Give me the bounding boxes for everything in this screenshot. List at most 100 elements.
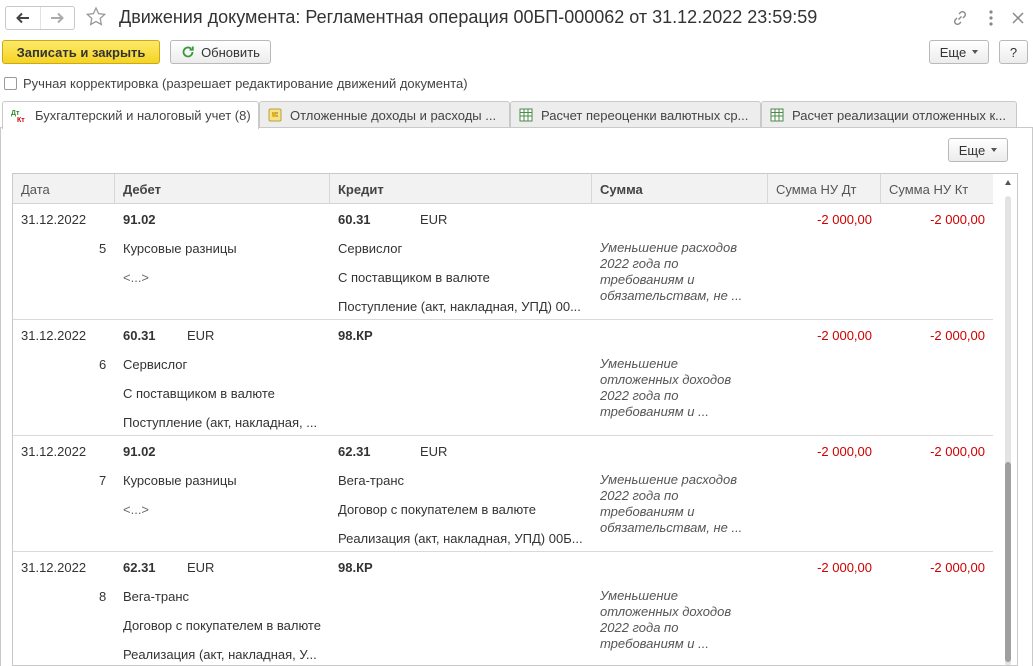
table-row[interactable]: 31.12.2022 5 91.02 Курсовые разницы <...… xyxy=(13,204,993,320)
debit-subconto-1: Курсовые разницы xyxy=(123,241,237,256)
row-number: 7 xyxy=(99,473,107,488)
help-button[interactable]: ? xyxy=(999,40,1028,64)
debit-account: 91.02 xyxy=(123,212,156,227)
debit-subconto-1: Вега-транс xyxy=(123,589,190,604)
debit-subconto-2: С поставщиком в валюте xyxy=(123,386,275,401)
table-row[interactable]: 31.12.2022 8 62.31 EUR Вега-транс Догово… xyxy=(13,552,993,665)
column-header-credit[interactable]: Кредит xyxy=(330,174,592,204)
row-date: 31.12.2022 xyxy=(21,560,87,575)
credit-currency: EUR xyxy=(420,444,448,459)
column-header-nu-kt[interactable]: Сумма НУ Кт xyxy=(881,174,993,204)
credit-subconto-1: Сервислог xyxy=(338,241,403,256)
refresh-icon xyxy=(182,46,194,58)
close-icon[interactable] xyxy=(1007,7,1029,29)
debit-subconto-2: <...> xyxy=(123,270,150,285)
table-row[interactable]: 31.12.2022 6 60.31 EUR Сервислог С поста… xyxy=(13,320,993,436)
tab-deferred-realization[interactable]: Расчет реализации отложенных к... xyxy=(761,101,1017,128)
amount-note: Уменьшение расходов 2022 года по требова… xyxy=(600,472,743,535)
credit-account: 98.КР xyxy=(338,560,373,575)
credit-account: 98.КР xyxy=(338,328,373,343)
debit-subconto-3: Реализация (акт, накладная, У... xyxy=(123,647,317,662)
more-label: Еще xyxy=(939,44,967,60)
scrollbar-thumb[interactable] xyxy=(1005,462,1011,662)
sum-nu-kt: -2 000,00 xyxy=(930,328,985,343)
title-bar: Движения документа: Регламентная операци… xyxy=(0,0,1033,36)
svg-text:Дт: Дт xyxy=(11,110,20,117)
help-label: ? xyxy=(1009,44,1018,60)
row-number: 5 xyxy=(99,241,107,256)
credit-account: 62.31 xyxy=(338,444,371,459)
table-row[interactable]: 31.12.2022 7 91.02 Курсовые разницы <...… xyxy=(13,436,993,552)
column-header-date[interactable]: Дата xyxy=(13,174,115,204)
credit-account: 60.31 xyxy=(338,212,371,227)
movements-table[interactable]: Дата Дебет Кредит Сумма Сумма НУ Дт Сумм… xyxy=(12,173,1018,666)
tab-accounting[interactable]: Дт Кт Бухгалтерский и налоговый учет (8) xyxy=(2,101,259,129)
save-and-close-label: Записать и закрыть xyxy=(16,44,146,60)
tab-deferred-income[interactable]: Отложенные доходы и расходы ... xyxy=(259,101,510,128)
sum-nu-kt: -2 000,00 xyxy=(930,212,985,227)
debit-subconto-1: Сервислог xyxy=(123,357,188,372)
debit-subconto-1: Курсовые разницы xyxy=(123,473,237,488)
credit-subconto-1: Вега-транс xyxy=(338,473,405,488)
dt-kt-icon: Дт Кт xyxy=(11,110,25,123)
link-icon[interactable] xyxy=(949,7,971,29)
column-header-amount[interactable]: Сумма xyxy=(592,174,768,204)
sum-nu-dt: -2 000,00 xyxy=(817,560,872,575)
debit-account: 60.31 xyxy=(123,328,156,343)
grid-more-button[interactable]: Еще xyxy=(948,138,1008,162)
tab-currency-revaluation-label: Расчет переоценки валютных ср... xyxy=(541,107,749,123)
tab-deferred-realization-label: Расчет реализации отложенных к... xyxy=(792,107,1006,123)
chevron-down-icon xyxy=(972,50,979,54)
debit-account: 62.31 xyxy=(123,560,156,575)
row-number: 8 xyxy=(99,589,107,604)
credit-subconto-2: Договор с покупателем в валюте xyxy=(338,502,536,517)
table-icon xyxy=(519,108,533,122)
tab-bar: Дт Кт Бухгалтерский и налоговый учет (8)… xyxy=(0,101,1033,129)
sum-nu-dt: -2 000,00 xyxy=(817,328,872,343)
debit-currency: EUR xyxy=(187,560,215,575)
tab-deferred-income-label: Отложенные доходы и расходы ... xyxy=(290,107,497,123)
manual-correction-label: Ручная корректировка (разрешает редактир… xyxy=(23,76,468,91)
refresh-label: Обновить xyxy=(201,44,260,60)
scroll-up-icon[interactable] xyxy=(1005,180,1011,185)
sum-nu-kt: -2 000,00 xyxy=(930,560,985,575)
more-vertical-icon[interactable] xyxy=(980,7,1002,29)
amount-note: Уменьшение отложенных доходов 2022 года … xyxy=(600,356,732,419)
register-icon xyxy=(268,108,282,122)
credit-subconto-3: Поступление (акт, накладная, УПД) 00... xyxy=(338,299,581,314)
navigation-group xyxy=(5,6,75,30)
favorite-star-icon[interactable] xyxy=(85,6,107,28)
vertical-scrollbar[interactable] xyxy=(995,174,1017,665)
manual-correction-row[interactable]: Ручная корректировка (разрешает редактир… xyxy=(4,76,468,91)
column-header-debit[interactable]: Дебет xyxy=(115,174,330,204)
sum-nu-dt: -2 000,00 xyxy=(817,444,872,459)
back-button[interactable] xyxy=(6,7,40,29)
arrow-left-icon xyxy=(16,12,29,24)
column-header-nu-dt[interactable]: Сумма НУ Дт xyxy=(768,174,881,204)
save-and-close-button[interactable]: Записать и закрыть xyxy=(2,40,160,64)
table-icon xyxy=(770,108,784,122)
forward-button[interactable] xyxy=(39,7,74,29)
tab-currency-revaluation[interactable]: Расчет переоценки валютных ср... xyxy=(510,101,761,128)
sum-nu-kt: -2 000,00 xyxy=(930,444,985,459)
debit-subconto-3: Поступление (акт, накладная, ... xyxy=(123,415,318,430)
row-date: 31.12.2022 xyxy=(21,328,87,343)
debit-subconto-2: <...> xyxy=(123,502,150,517)
svg-text:Кт: Кт xyxy=(17,117,25,123)
window-title: Движения документа: Регламентная операци… xyxy=(119,7,818,27)
debit-currency: EUR xyxy=(187,328,215,343)
row-number: 6 xyxy=(99,357,107,372)
row-date: 31.12.2022 xyxy=(21,212,87,227)
credit-subconto-2: С поставщиком в валюте xyxy=(338,270,490,285)
debit-account: 91.02 xyxy=(123,444,156,459)
refresh-button[interactable]: Обновить xyxy=(170,40,271,64)
credit-currency: EUR xyxy=(420,212,448,227)
amount-note: Уменьшение отложенных доходов 2022 года … xyxy=(600,588,732,651)
arrow-right-icon xyxy=(51,12,65,24)
grid-more-label: Еще xyxy=(958,142,986,158)
more-button[interactable]: Еще xyxy=(929,40,989,64)
manual-correction-checkbox[interactable] xyxy=(4,77,17,90)
row-date: 31.12.2022 xyxy=(21,444,87,459)
credit-subconto-3: Реализация (акт, накладная, УПД) 00Б... xyxy=(338,531,583,546)
chevron-down-icon xyxy=(991,148,998,152)
